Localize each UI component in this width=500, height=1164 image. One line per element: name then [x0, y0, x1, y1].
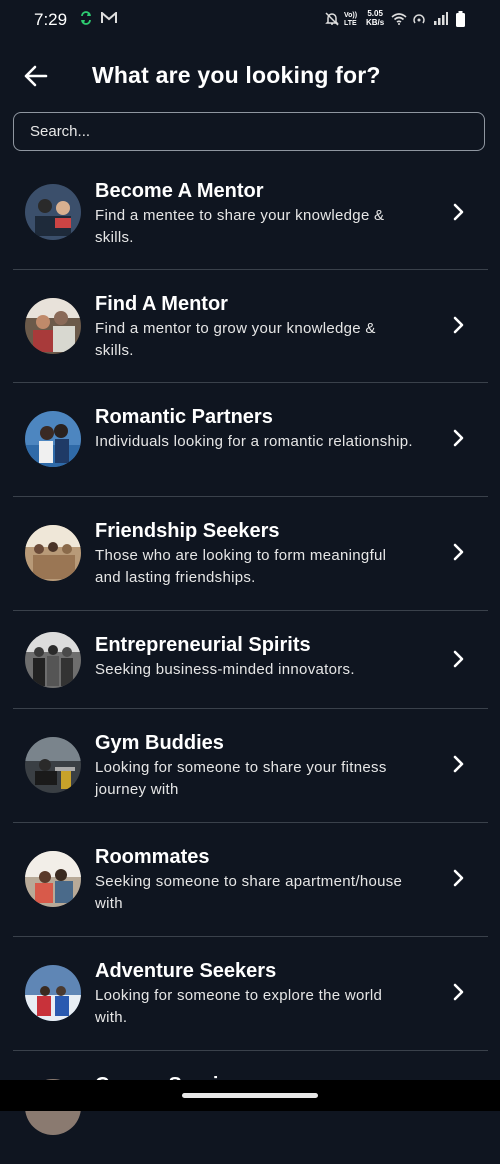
system-nav-bar [0, 1080, 500, 1111]
item-description: Find a mentee to share your knowledge & … [95, 207, 385, 246]
chevron-right-icon [453, 429, 464, 447]
item-title: Romantic Partners [95, 406, 273, 428]
list-item-romantic-partners[interactable]: Romantic Partners Individuals looking fo… [13, 383, 488, 497]
volte-indicator: Vo)) LTE [344, 12, 358, 27]
item-description: Seeking business-minded innovators. [95, 661, 355, 678]
home-gesture-handle[interactable] [182, 1093, 318, 1098]
page-title: What are you looking for? [92, 62, 381, 88]
avatar [25, 632, 81, 688]
status-bar: 7:29 Vo)) LTE 5.05 KB/s [0, 0, 500, 40]
avatar [25, 298, 81, 354]
list-item-friendship-seekers[interactable]: Friendship Seekers Those who are looking… [13, 497, 488, 611]
item-description: Find a mentor to grow your knowledge & s… [95, 320, 376, 359]
avatar [25, 525, 81, 581]
hotspot-icon [412, 12, 426, 29]
back-button[interactable] [22, 62, 50, 90]
item-title: Gym Buddies [95, 732, 224, 754]
item-title: Find A Mentor [95, 293, 228, 315]
item-title: Entrepreneurial Spirits [95, 634, 311, 656]
search-box[interactable] [13, 112, 485, 151]
arrow-left-icon [24, 65, 48, 87]
avatar [25, 965, 81, 1021]
item-title: Adventure Seekers [95, 960, 277, 982]
chevron-right-icon [453, 983, 464, 1001]
gmail-icon [101, 10, 117, 27]
list-item-gym-buddies[interactable]: Gym Buddies Looking for someone to share… [13, 709, 488, 823]
app-bar: What are you looking for? [0, 48, 500, 106]
item-description: Looking for someone to share your fitnes… [95, 759, 387, 798]
status-time: 7:29 [34, 10, 68, 29]
chevron-right-icon [453, 316, 464, 334]
item-description: Seeking someone to share apartment/house… [95, 873, 403, 912]
item-description: Looking for someone to explore the world… [95, 987, 383, 1026]
list-item-roommates[interactable]: Roommates Seeking someone to share apart… [13, 823, 488, 937]
chevron-right-icon [453, 650, 464, 668]
item-description: Those who are looking to form meaningful… [95, 547, 387, 586]
item-title: Roommates [95, 846, 210, 868]
list-item-entrepreneurial-spirits[interactable]: Entrepreneurial Spirits Seeking business… [13, 611, 488, 709]
battery-icon [456, 11, 465, 30]
item-title: Friendship Seekers [95, 520, 280, 542]
list-item-adventure-seekers[interactable]: Adventure Seekers Looking for someone to… [13, 937, 488, 1051]
category-list: Become A Mentor Find a mentee to share y… [13, 157, 488, 1164]
signal-icon [434, 12, 448, 28]
chevron-right-icon [453, 755, 464, 773]
list-item-become-a-mentor[interactable]: Become A Mentor Find a mentee to share y… [13, 157, 488, 270]
chevron-right-icon [453, 203, 464, 221]
avatar [25, 184, 81, 240]
wifi-icon [391, 12, 407, 28]
list-item-find-a-mentor[interactable]: Find A Mentor Find a mentor to grow your… [13, 270, 488, 383]
item-title: Become A Mentor [95, 180, 264, 202]
sync-icon [80, 11, 92, 28]
chevron-right-icon [453, 543, 464, 561]
network-speed: 5.05 KB/s [366, 9, 385, 27]
avatar [25, 737, 81, 793]
avatar [25, 851, 81, 907]
search-input[interactable] [28, 122, 484, 141]
item-description: Individuals looking for a romantic relat… [95, 433, 413, 450]
avatar [25, 411, 81, 467]
chevron-right-icon [453, 869, 464, 887]
mute-icon [324, 11, 340, 30]
